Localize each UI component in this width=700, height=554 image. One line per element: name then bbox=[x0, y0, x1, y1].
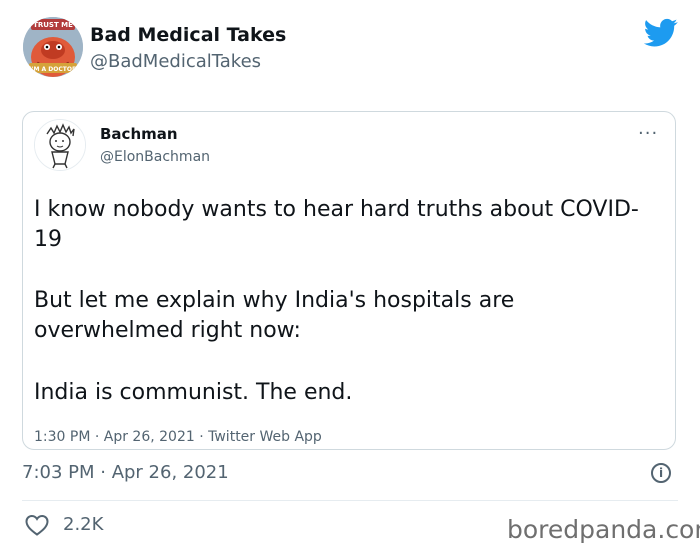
quoted-author-name[interactable]: Bachman bbox=[100, 124, 178, 144]
like-count[interactable]: 2.2K bbox=[63, 513, 103, 537]
quoted-text-line: I know nobody wants to hear hard truths … bbox=[34, 197, 639, 222]
svg-text:I'M A DOCTOR: I'M A DOCTOR bbox=[29, 66, 77, 73]
quoted-timestamp[interactable]: 1:30 PM · Apr 26, 2021 · Twitter Web App bbox=[34, 427, 322, 447]
quoted-author-avatar[interactable] bbox=[34, 119, 86, 171]
divider bbox=[22, 500, 678, 501]
quoted-text-line: India is communist. The end. bbox=[34, 380, 353, 405]
svg-text:TRUST ME: TRUST ME bbox=[33, 21, 73, 29]
more-horizontal-icon[interactable]: ··· bbox=[638, 125, 658, 143]
heart-icon[interactable] bbox=[24, 513, 50, 537]
watermark: boredpanda.com bbox=[507, 515, 700, 544]
avatar-image: TRUST ME I'M A DOCTOR bbox=[23, 17, 83, 77]
author-name[interactable]: Bad Medical Takes bbox=[90, 22, 286, 48]
quoted-text-line: But let me explain why India's hospitals… bbox=[34, 288, 515, 313]
quoted-avatar-image bbox=[35, 120, 85, 170]
quoted-text-line: overwhelmed right now: bbox=[34, 318, 301, 343]
tweet-timestamp[interactable]: 7:03 PM · Apr 26, 2021 bbox=[22, 460, 229, 486]
quoted-author-handle[interactable]: @ElonBachman bbox=[100, 147, 210, 167]
author-handle[interactable]: @BadMedicalTakes bbox=[90, 50, 261, 74]
author-avatar[interactable]: TRUST ME I'M A DOCTOR bbox=[23, 17, 83, 77]
quoted-text-line: 19 bbox=[34, 227, 62, 252]
twitter-bird-icon[interactable] bbox=[643, 18, 678, 48]
info-icon[interactable]: i bbox=[651, 463, 671, 483]
